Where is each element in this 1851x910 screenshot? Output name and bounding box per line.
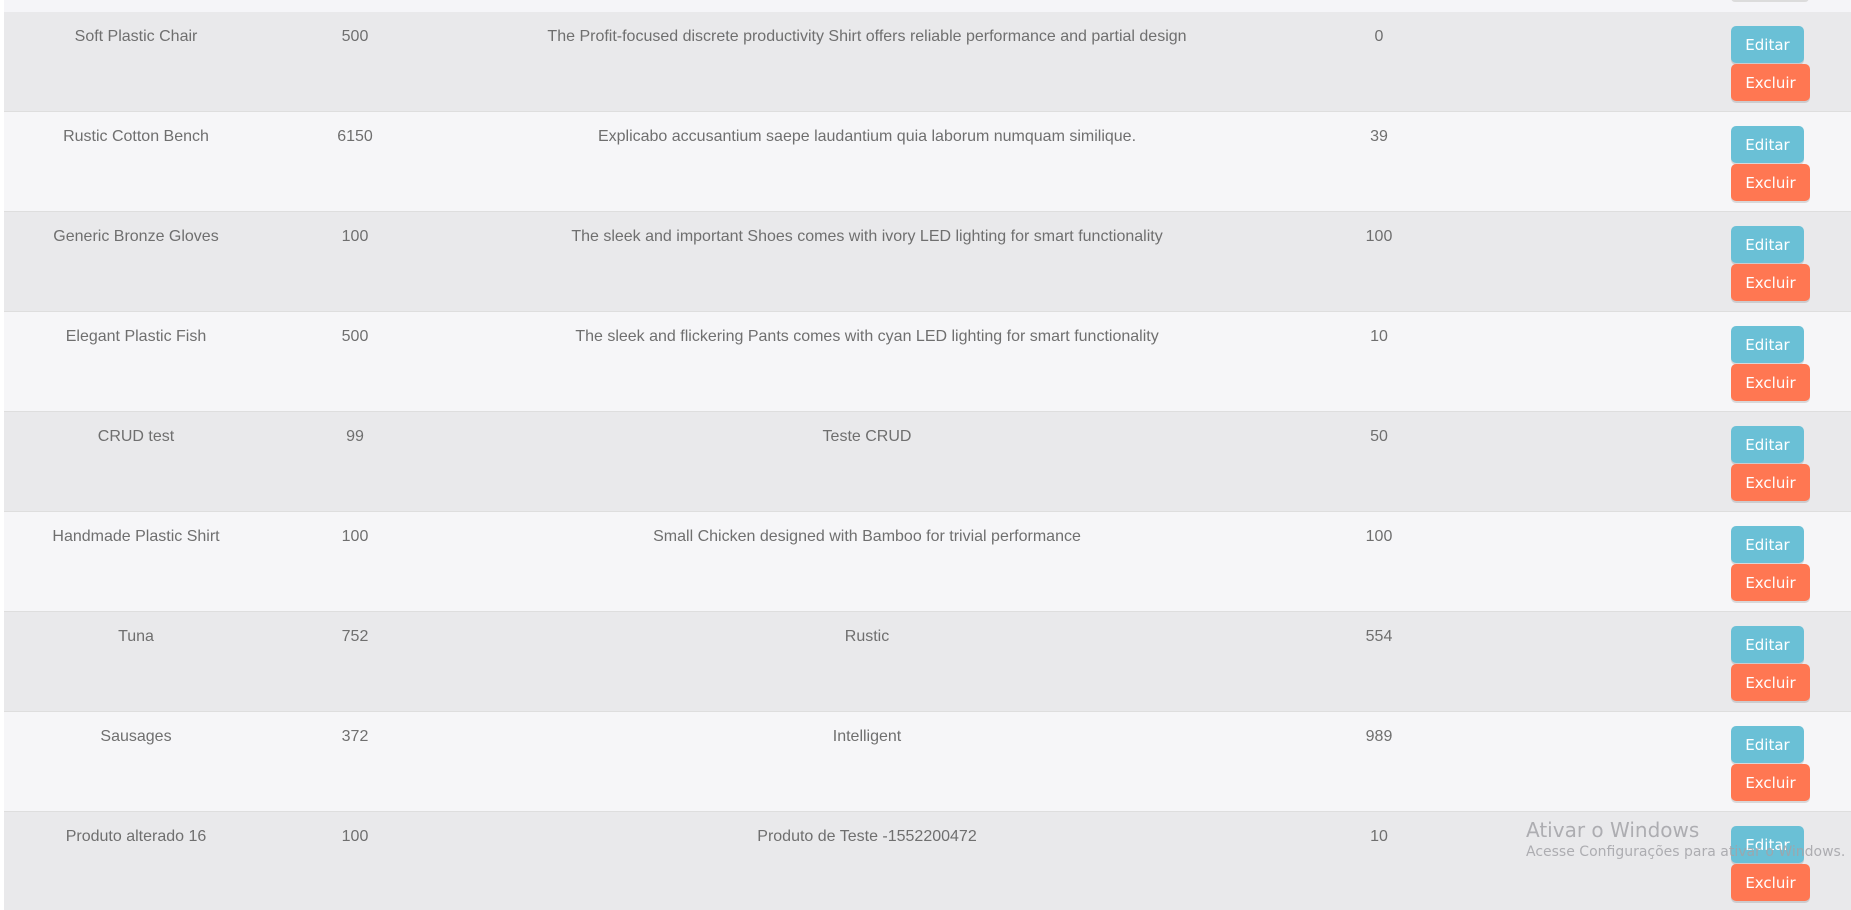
row-actions: Editar Excluir (1731, 26, 1811, 101)
delete-button[interactable]: Excluir (1731, 764, 1810, 801)
products-table: Soft Plastic Chair 500 The Profit-focused … (4, 0, 1851, 910)
product-price-cell: 500 (341, 28, 369, 45)
previous-row-button-edge (1731, 0, 1809, 2)
row-actions: Editar Excluir (1731, 326, 1811, 401)
row-actions: Editar Excluir (1731, 626, 1811, 701)
table-top-strip (4, 0, 1851, 12)
edit-button[interactable]: Editar (1731, 526, 1804, 563)
product-name-cell: Handmade Plastic Shirt (52, 528, 220, 545)
product-quantity-cell: 100 (1365, 228, 1393, 245)
table-row: Produto alterado 16 100 Produto de Teste -… (4, 812, 1851, 910)
product-description-cell: The sleek and important Shoes comes with… (571, 228, 1163, 245)
product-description-cell: The Profit-focused discrete productivity… (547, 28, 1187, 45)
delete-button[interactable]: Excluir (1731, 364, 1810, 401)
product-name-cell: Tuna (118, 628, 154, 645)
product-quantity-cell: 50 (1370, 428, 1388, 445)
row-actions: Editar Excluir (1731, 426, 1811, 501)
product-quantity-cell: 39 (1370, 128, 1388, 145)
product-price-cell: 100 (341, 528, 369, 545)
product-price-cell: 752 (341, 628, 369, 645)
product-name-cell: CRUD test (97, 428, 175, 445)
table-row: Soft Plastic Chair 500 The Profit-focused … (4, 12, 1851, 112)
row-actions: Editar Excluir (1731, 826, 1811, 901)
table-row: Sausages 372 Intelligent 989 Editar Excluir (4, 712, 1851, 812)
row-actions: Editar Excluir (1731, 126, 1811, 201)
delete-button[interactable]: Excluir (1731, 64, 1810, 101)
edit-button[interactable]: Editar (1731, 126, 1804, 163)
table-body: Soft Plastic Chair 500 The Profit-focused … (4, 12, 1851, 910)
table-row: CRUD test 99 Teste CRUD 50 Editar Excluir (4, 412, 1851, 512)
edit-button[interactable]: Editar (1731, 26, 1804, 63)
delete-button[interactable]: Excluir (1731, 564, 1810, 601)
product-name-cell: Elegant Plastic Fish (65, 328, 207, 345)
page: Soft Plastic Chair 500 The Profit-focused … (0, 0, 1851, 910)
edit-button[interactable]: Editar (1731, 726, 1804, 763)
product-description-cell: Intelligent (832, 728, 902, 745)
product-name-cell: Rustic Cotton Bench (63, 128, 209, 145)
table-row: Generic Bronze Gloves 100 The sleek and im… (4, 212, 1851, 312)
delete-button[interactable]: Excluir (1731, 864, 1810, 901)
edit-button[interactable]: Editar (1731, 426, 1804, 463)
product-name-cell: Sausages (100, 728, 172, 745)
product-description-cell: Small Chicken designed with Bamboo for t… (653, 528, 1081, 545)
product-quantity-cell: 10 (1370, 828, 1388, 845)
product-price-cell: 100 (341, 828, 369, 845)
delete-button[interactable]: Excluir (1731, 164, 1810, 201)
product-quantity-cell: 0 (1374, 28, 1384, 45)
product-description-cell: Teste CRUD (822, 428, 912, 445)
product-quantity-cell: 100 (1365, 528, 1393, 545)
product-description-cell: Produto de Teste -1552200472 (757, 828, 977, 845)
table-row: Rustic Cotton Bench 6150 Explicabo accusan… (4, 112, 1851, 212)
product-description-cell: Explicabo accusantium saepe laudantium q… (597, 128, 1137, 145)
edit-button[interactable]: Editar (1731, 826, 1804, 863)
table-row: Tuna 752 Rustic 554 Editar Excluir (4, 612, 1851, 712)
product-quantity-cell: 554 (1365, 628, 1393, 645)
row-actions: Editar Excluir (1731, 226, 1811, 301)
product-price-cell: 500 (341, 328, 369, 345)
product-name-cell: Soft Plastic Chair (74, 28, 198, 45)
product-name-cell: Produto alterado 16 (65, 828, 207, 845)
product-quantity-cell: 10 (1370, 328, 1388, 345)
row-actions: Editar Excluir (1731, 526, 1811, 601)
product-name-cell: Generic Bronze Gloves (53, 228, 219, 245)
edit-button[interactable]: Editar (1731, 226, 1804, 263)
product-price-cell: 100 (341, 228, 369, 245)
product-description-cell: The sleek and flickering Pants comes wit… (575, 328, 1159, 345)
product-price-cell: 372 (341, 728, 369, 745)
product-price-cell: 99 (346, 428, 364, 445)
delete-button[interactable]: Excluir (1731, 664, 1810, 701)
product-description-cell: Rustic (844, 628, 890, 645)
edit-button[interactable]: Editar (1731, 326, 1804, 363)
product-quantity-cell: 989 (1365, 728, 1393, 745)
delete-button[interactable]: Excluir (1731, 464, 1810, 501)
table-row: Elegant Plastic Fish 500 The sleek and fli… (4, 312, 1851, 412)
product-price-cell: 6150 (337, 128, 373, 145)
row-actions: Editar Excluir (1731, 726, 1811, 801)
table-row: Handmade Plastic Shirt 100 Small Chicken d… (4, 512, 1851, 612)
delete-button[interactable]: Excluir (1731, 264, 1810, 301)
edit-button[interactable]: Editar (1731, 626, 1804, 663)
